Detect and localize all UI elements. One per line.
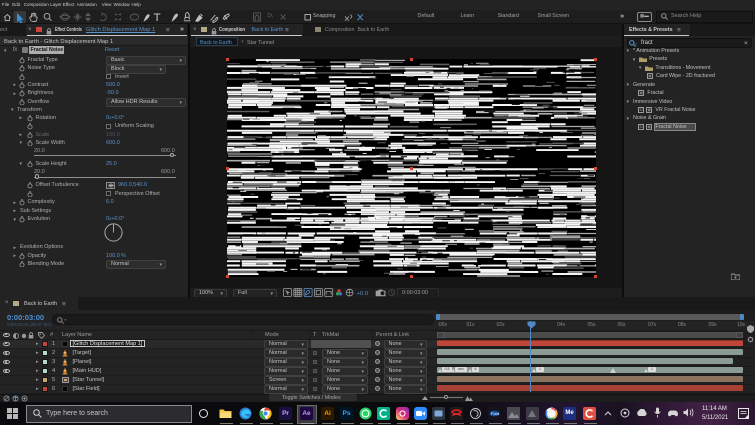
- svg-text:Ford: Ford: [491, 411, 499, 416]
